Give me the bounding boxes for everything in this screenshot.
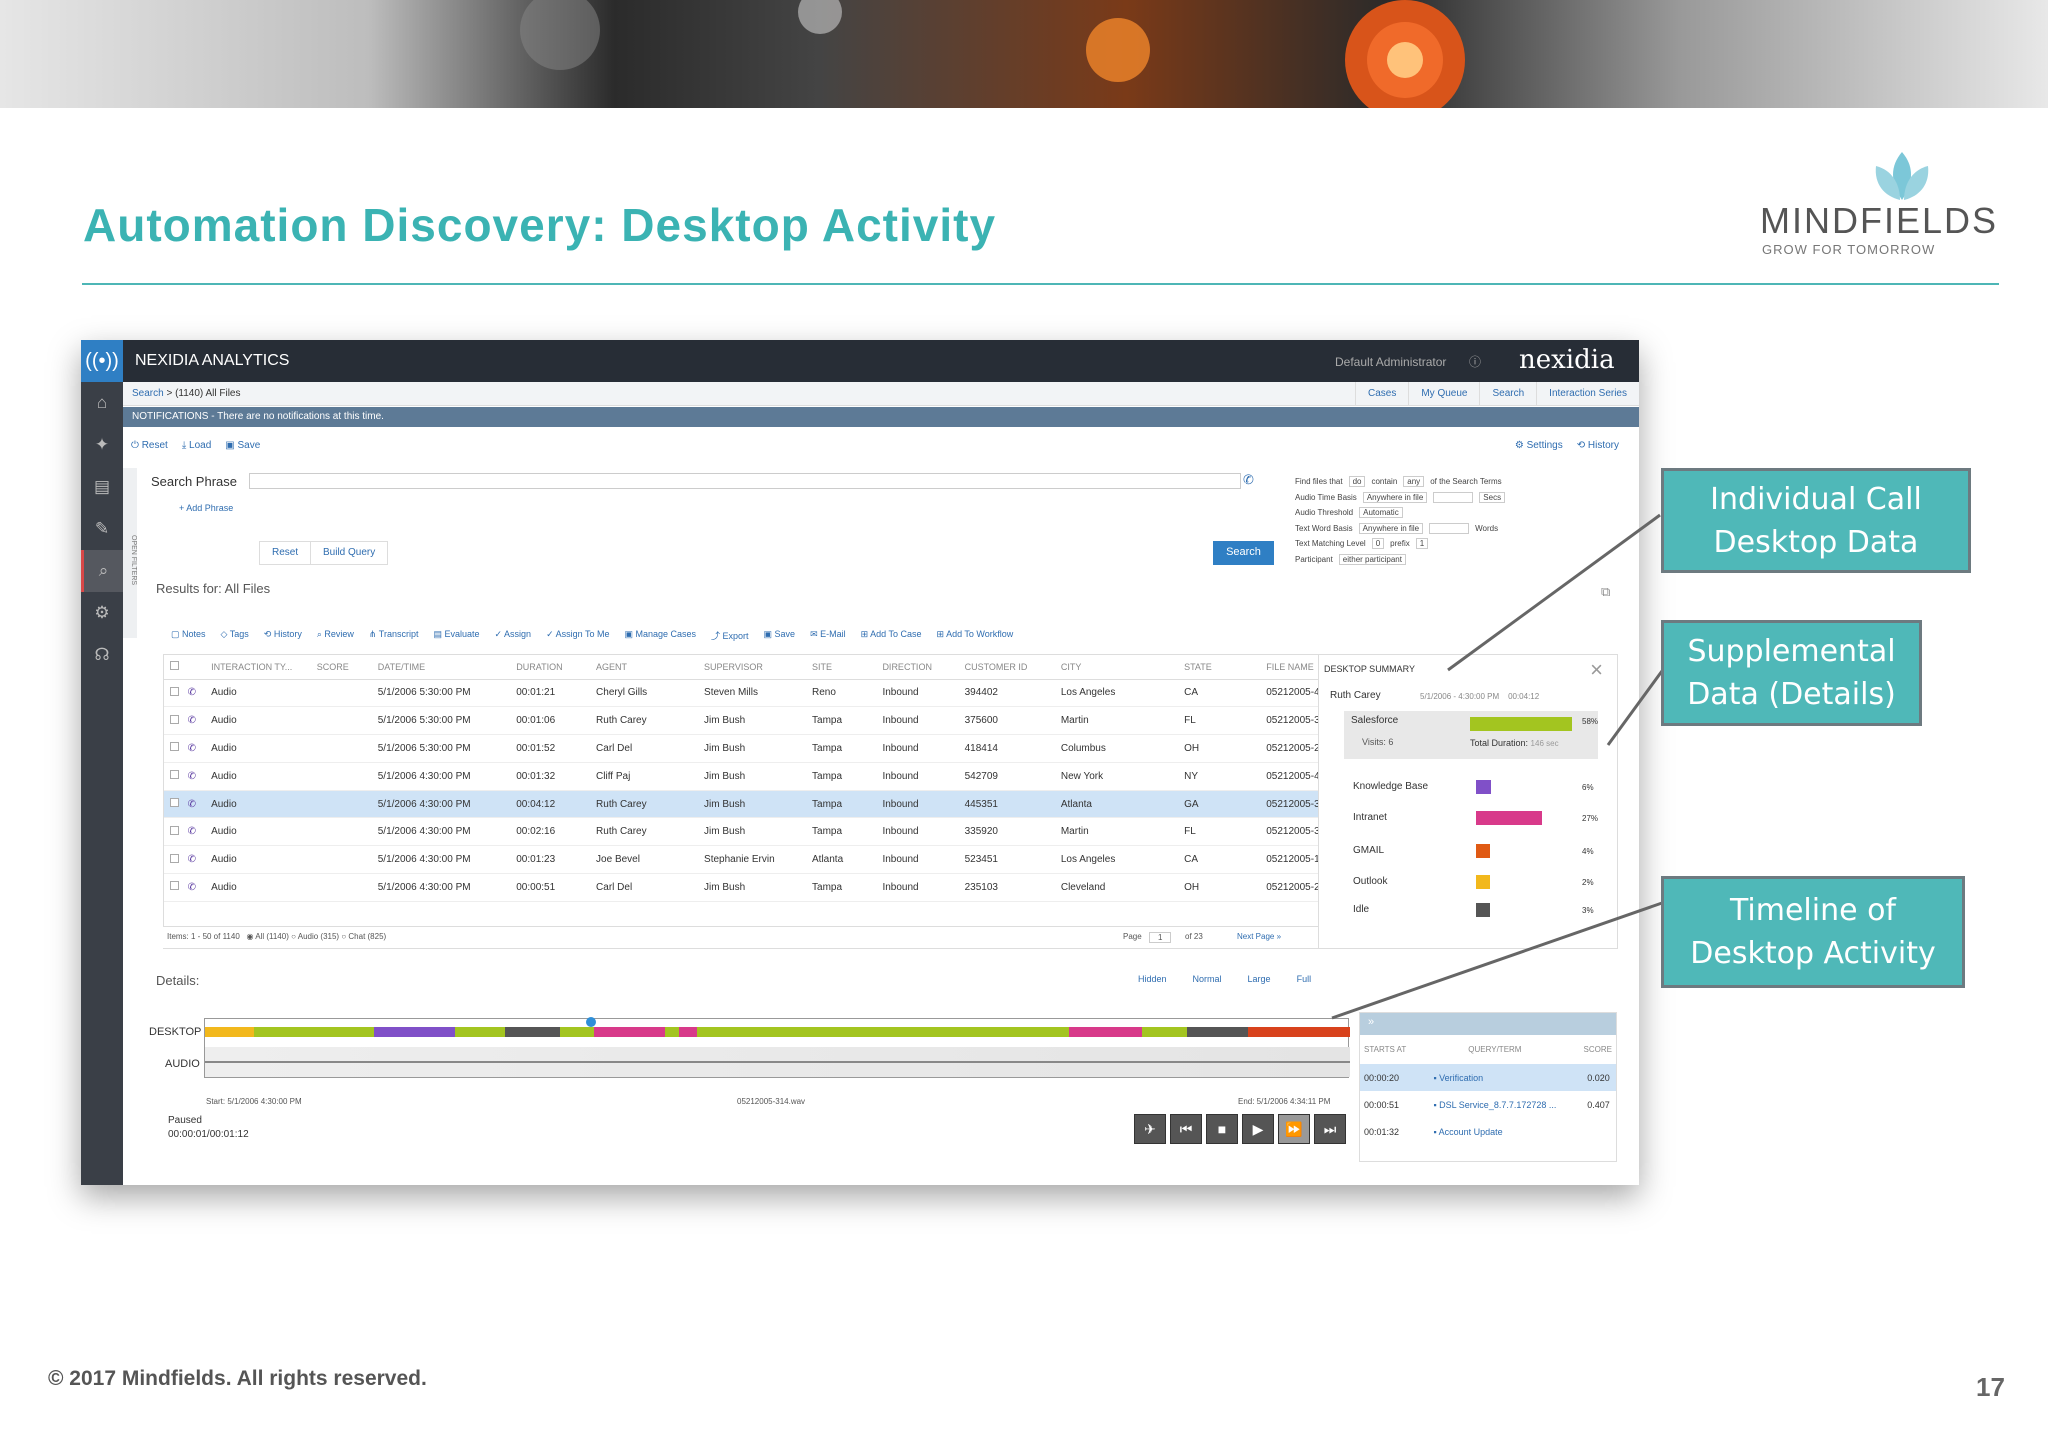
- connector-individual: [1447, 513, 1661, 672]
- callout-supplemental: Supplemental Data (Details): [1661, 620, 1922, 726]
- connector-supplemental: [1606, 670, 1664, 746]
- callout-timeline: Timeline of Desktop Activity: [1661, 876, 1965, 988]
- copyright: © 2017 Mindfields. All rights reserved.: [48, 1367, 427, 1390]
- page-number: 17: [1976, 1372, 2005, 1402]
- connector-timeline: [1331, 901, 1663, 1020]
- callout-individual: Individual Call Desktop Data: [1661, 468, 1971, 573]
